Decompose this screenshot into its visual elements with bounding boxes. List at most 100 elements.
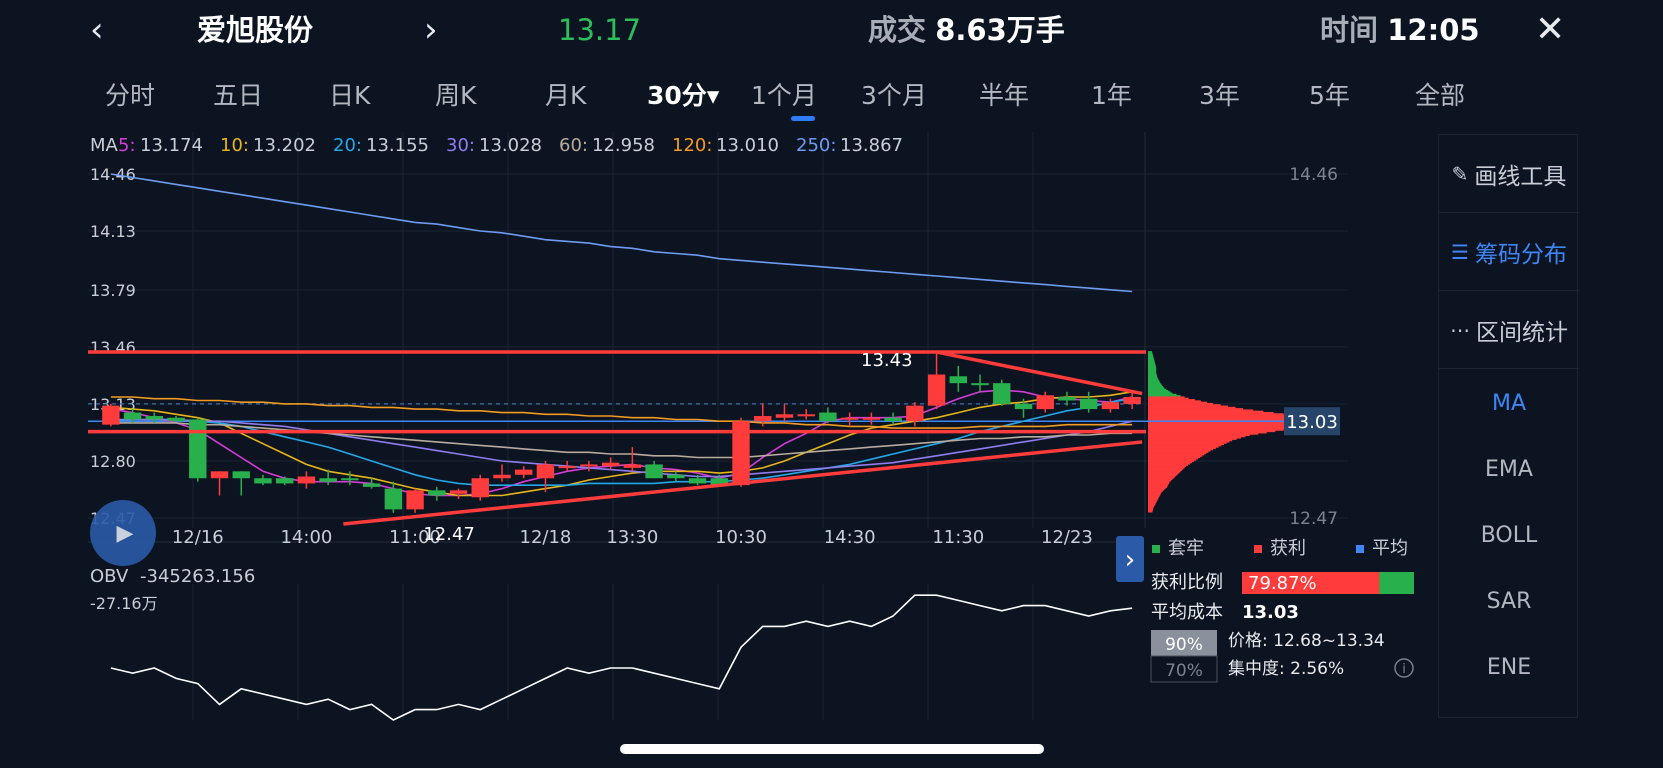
tab-11[interactable]: 5年: [1309, 76, 1350, 112]
candle-body: [102, 405, 120, 425]
candle-body: [297, 476, 316, 484]
candle-body: [884, 417, 902, 422]
ma-legend-key: 120:: [672, 135, 712, 156]
candle-body: [580, 464, 598, 467]
time-readout: 时间 12:05: [1320, 8, 1480, 52]
candle-body: [362, 483, 381, 487]
stock-name: 爱旭股份: [197, 13, 314, 47]
candle-body: [515, 469, 533, 475]
legend-profit: 获利: [1270, 538, 1306, 559]
ma-legend-value: 13.028: [479, 135, 542, 156]
home-indicator[interactable]: [620, 744, 1044, 754]
y-tick-label: 13.79: [90, 281, 136, 300]
x-tick-label: 10:30: [715, 527, 767, 548]
tab-1[interactable]: 五日: [213, 76, 263, 112]
candle-body: [189, 419, 207, 479]
indicator-0[interactable]: MA: [1439, 373, 1579, 433]
ma-legend-value: 13.155: [366, 135, 429, 156]
x-tick-label: 12/23: [1041, 527, 1093, 548]
profit-ratio-label: 获利比例: [1151, 572, 1223, 593]
chevron-left-icon[interactable]: ‹: [90, 8, 104, 52]
x-tick-label: 12/16: [172, 527, 224, 548]
candle-body: [667, 474, 685, 479]
y-tick-label: 13.46: [90, 338, 136, 357]
volume-label: 成交: [868, 13, 927, 47]
candle-body: [797, 414, 815, 417]
wedge-top-line: [936, 350, 1143, 396]
tab-6[interactable]: 1个月: [751, 76, 817, 112]
indicator-2[interactable]: BOLL: [1439, 505, 1579, 565]
candle-body: [906, 405, 924, 422]
x-tick-label: 14:30: [824, 527, 876, 548]
tab-7[interactable]: 3个月: [861, 76, 927, 112]
ma60-line: [110, 422, 1133, 459]
time-label: 时间: [1320, 13, 1379, 47]
tab-12[interactable]: 全部: [1415, 76, 1465, 112]
tool-label: 筹码分布: [1474, 241, 1567, 268]
play-icon: ▶: [116, 520, 134, 546]
close-icon[interactable]: ✕: [1535, 8, 1565, 52]
candle-body: [1058, 396, 1076, 401]
candle-body: [145, 416, 164, 420]
tab-4[interactable]: 月K: [545, 76, 586, 112]
info-icon-glyph: i: [1402, 662, 1406, 677]
candle-body: [1123, 396, 1141, 404]
legend-trapped: 套牢: [1168, 538, 1204, 559]
tab-5[interactable]: 30分▾: [647, 76, 719, 112]
ma-legend-key: 20:: [333, 135, 362, 156]
candle-body: [623, 464, 642, 468]
candle-body: [1036, 395, 1054, 410]
avg-cost-tag-label: 13.03: [1286, 412, 1338, 433]
candle-body: [601, 462, 620, 467]
play-button[interactable]: ▶: [90, 500, 156, 566]
concentration: 集中度: 2.56%: [1228, 659, 1344, 679]
legend-swatch-average: [1356, 545, 1364, 553]
candle-body: [406, 490, 424, 510]
candle-body: [645, 464, 663, 479]
candle-body: [1014, 403, 1033, 410]
time-value: 12:05: [1387, 13, 1480, 47]
indicator-3[interactable]: SAR: [1439, 571, 1579, 631]
avg-cost-value: 13.03: [1242, 602, 1299, 623]
tab-10[interactable]: 3年: [1199, 76, 1240, 112]
x-tick-label: 14:00: [280, 527, 332, 548]
candle-body: [384, 488, 403, 510]
tool-2[interactable]: ⋯ 区间统计: [1439, 291, 1579, 369]
current-price: 13.17: [558, 13, 642, 47]
obv-axis-label: -27.16万: [90, 594, 158, 613]
legend-swatch-trapped: [1152, 545, 1160, 553]
candle-body: [276, 478, 294, 484]
tab-0[interactable]: 分时: [105, 76, 155, 112]
x-tick-label: 12/18: [520, 527, 572, 548]
tab-3[interactable]: 周K: [435, 76, 476, 112]
pen-icon: ✎: [1451, 161, 1469, 186]
tab-9[interactable]: 1年: [1091, 76, 1132, 112]
candle-body: [232, 471, 250, 479]
ma-legend-key: 30:: [446, 135, 475, 156]
tab-8[interactable]: 半年: [979, 76, 1029, 112]
y-tick-label-right: 14.46: [1289, 165, 1338, 185]
candle-body: [558, 466, 576, 469]
x-tick-label: 11:30: [932, 527, 984, 548]
indicator-4[interactable]: ENE: [1439, 637, 1579, 697]
indicator-1[interactable]: EMA: [1439, 439, 1579, 499]
x-tick-label: 13:30: [606, 527, 658, 548]
tool-1[interactable]: ☰ 筹码分布: [1439, 213, 1579, 291]
obv-label: OBV: [90, 566, 129, 587]
candle-body: [319, 478, 337, 482]
chevron-right-icon[interactable]: ›: [424, 8, 438, 52]
candle-body: [927, 374, 946, 406]
y-tick-label: 14.13: [90, 222, 136, 241]
price-range: 价格: 12.68~13.34: [1228, 631, 1385, 651]
ma-legend-label: MA: [90, 135, 119, 156]
kline-chart[interactable]: MA 5: 13.174 10: 13.202 20: 13.155 30: 13.028 60:…: [88, 132, 1428, 722]
ma-legend-value: 13.010: [716, 135, 779, 156]
candle-body: [840, 417, 859, 420]
candle-body: [428, 490, 446, 496]
tool-0[interactable]: ✎ 画线工具: [1439, 135, 1579, 213]
chevron-right-icon: ›: [1125, 545, 1135, 575]
tab-2[interactable]: 日K: [329, 76, 370, 112]
candle-body: [341, 478, 359, 481]
legend-swatch-profit: [1254, 545, 1262, 553]
list-icon: ☰: [1451, 239, 1469, 264]
